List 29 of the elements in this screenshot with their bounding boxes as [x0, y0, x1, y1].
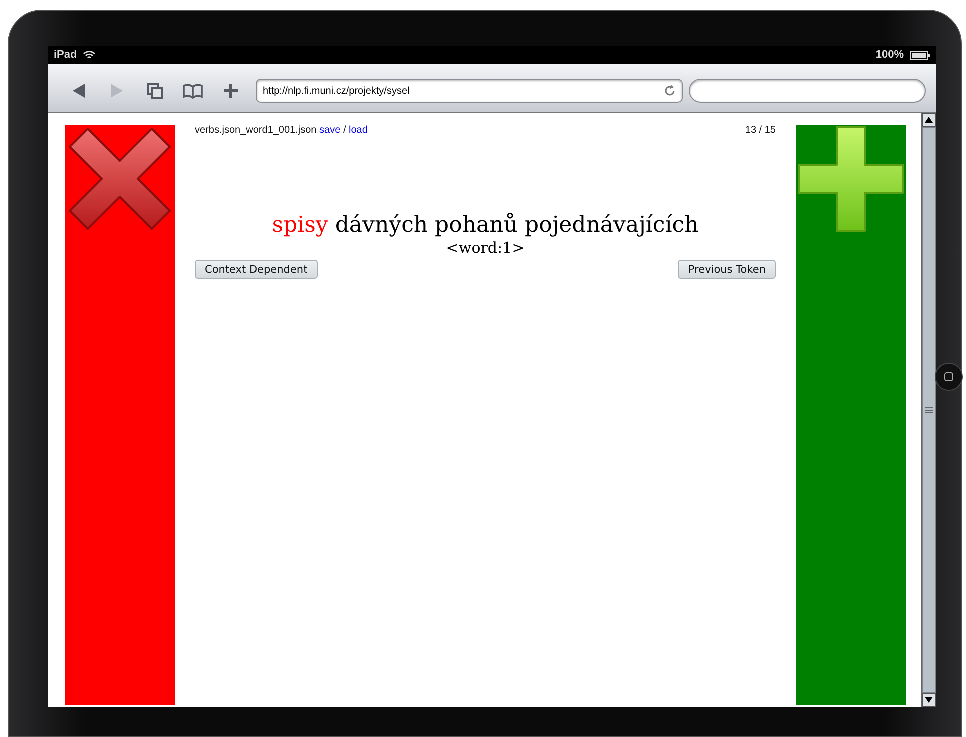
tabs-icon	[146, 82, 164, 100]
cross-icon	[66, 125, 174, 233]
token-tag: <word:1>	[446, 239, 525, 257]
file-name-line: verbs.json_word1_001.json save / load	[195, 125, 368, 138]
load-link[interactable]: load	[349, 125, 368, 136]
progress-counter: 13 / 15	[745, 125, 776, 138]
plus-icon	[223, 83, 239, 99]
device-name: iPad	[54, 49, 78, 61]
forward-icon	[110, 83, 124, 99]
scroll-down-icon[interactable]	[925, 697, 933, 703]
save-link[interactable]: save	[320, 125, 341, 136]
square-icon	[944, 372, 954, 382]
home-button[interactable]	[935, 363, 963, 391]
grip-icon	[925, 406, 933, 414]
battery-percentage: 100%	[876, 49, 904, 61]
previous-token-button[interactable]: Previous Token	[678, 260, 776, 279]
search-field[interactable]	[689, 79, 926, 103]
sentence-text: spisy dávných pohanů pojednávajících	[271, 213, 700, 239]
back-icon	[72, 83, 86, 99]
battery-icon	[910, 50, 930, 60]
wifi-icon	[83, 50, 96, 60]
accept-panel[interactable]	[796, 125, 906, 705]
scrollbar[interactable]	[921, 113, 936, 707]
plus-icon	[797, 125, 905, 233]
address-field[interactable]: http://nlp.fi.muni.cz/projekty/sysel	[256, 79, 683, 103]
book-icon	[182, 83, 204, 99]
context-dependent-button[interactable]: Context Dependent	[195, 260, 318, 279]
scroll-up-icon[interactable]	[925, 117, 933, 123]
reload-icon[interactable]	[664, 85, 676, 97]
